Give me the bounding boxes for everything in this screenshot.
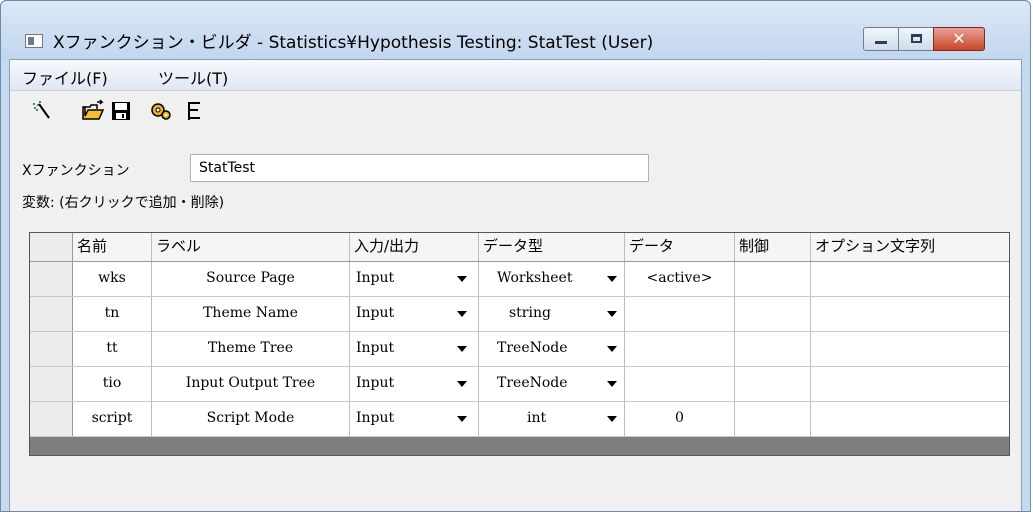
xfunction-label: Xファンクション	[22, 163, 130, 179]
xfunction-name-input[interactable]	[190, 154, 649, 182]
title-bar[interactable]: Xファンクション・ビルダ - Statistics¥Hypothesis Tes…	[1, 1, 1030, 59]
chevron-down-icon[interactable]	[457, 416, 467, 422]
cell-name[interactable]: wks	[73, 262, 152, 296]
menu-tools[interactable]: ツール(T)	[158, 65, 228, 89]
cell-data[interactable]: <active>	[625, 262, 735, 296]
cell-label[interactable]: Source Page	[152, 262, 350, 296]
cell-option-string[interactable]	[811, 367, 1009, 401]
save-icon[interactable]	[108, 98, 134, 124]
client-area: ファイル(F) ツール(T) Xファンクション StatTest 変数: (右ク…	[9, 59, 1022, 511]
chevron-down-icon[interactable]	[607, 311, 617, 317]
minimize-button[interactable]	[863, 27, 899, 51]
cell-label[interactable]: Theme Name	[152, 297, 350, 331]
wizard-icon[interactable]	[30, 98, 56, 124]
cell-data[interactable]	[625, 367, 735, 401]
header-datatype[interactable]: データ型	[479, 233, 625, 261]
cell-control[interactable]	[735, 332, 811, 366]
cell-io[interactable]: Input	[350, 332, 479, 366]
cell-name[interactable]: tt	[73, 332, 152, 366]
cell-io-value: Input	[356, 340, 395, 356]
close-icon: ✕	[952, 29, 966, 48]
corner-cell[interactable]	[30, 233, 73, 261]
cell-io-value: Input	[356, 375, 395, 391]
row-header[interactable]	[30, 367, 73, 401]
window-title: Xファンクション・ビルダ - Statistics¥Hypothesis Tes…	[53, 33, 654, 53]
cell-name[interactable]: script	[73, 402, 152, 436]
header-io[interactable]: 入力/出力	[350, 233, 479, 261]
cell-label[interactable]: Input Output Tree	[152, 367, 350, 401]
cell-datatype[interactable]: int	[479, 402, 625, 436]
menu-bar: ファイル(F) ツール(T)	[10, 60, 1021, 91]
cell-datatype-value: TreeNode	[497, 375, 568, 391]
cell-control[interactable]	[735, 297, 811, 331]
cell-option-string[interactable]	[811, 332, 1009, 366]
chevron-down-icon[interactable]	[607, 381, 617, 387]
variables-label: 変数: (右クリックで追加・削除)	[22, 195, 225, 211]
chevron-down-icon[interactable]	[607, 346, 617, 352]
chevron-down-icon[interactable]	[457, 276, 467, 282]
cell-data[interactable]	[625, 297, 735, 331]
cell-label[interactable]: Theme Tree	[152, 332, 350, 366]
cell-data[interactable]: 0	[625, 402, 735, 436]
cell-name[interactable]: tn	[73, 297, 152, 331]
maximize-icon	[911, 34, 922, 43]
chevron-down-icon[interactable]	[607, 276, 617, 282]
row-header[interactable]	[30, 332, 73, 366]
cell-option-string[interactable]	[811, 262, 1009, 296]
cell-datatype[interactable]: TreeNode	[479, 367, 625, 401]
tree-view-icon[interactable]	[182, 98, 208, 124]
cell-control[interactable]	[735, 367, 811, 401]
cell-io-value: Input	[356, 270, 395, 286]
cell-option-string[interactable]	[811, 297, 1009, 331]
xfunction-builder-window: Xファンクション・ビルダ - Statistics¥Hypothesis Tes…	[0, 0, 1031, 512]
cell-name[interactable]: tio	[73, 367, 152, 401]
close-button[interactable]: ✕	[933, 27, 985, 51]
table-header: 名前 ラベル 入力/出力 データ型 データ 制御 オプション文字列	[30, 233, 1009, 262]
cell-io[interactable]: Input	[350, 367, 479, 401]
cell-datatype[interactable]: string	[479, 297, 625, 331]
cell-data[interactable]	[625, 332, 735, 366]
app-icon	[25, 34, 43, 48]
open-folder-icon[interactable]	[80, 98, 106, 124]
chevron-down-icon[interactable]	[457, 381, 467, 387]
table-row[interactable]: wks Source Page Input Worksheet <active>	[30, 262, 1009, 297]
cell-datatype-value: int	[527, 410, 547, 426]
minimize-icon	[875, 41, 887, 44]
cell-datatype[interactable]: TreeNode	[479, 332, 625, 366]
table-row[interactable]: script Script Mode Input int 0	[30, 402, 1009, 437]
cell-datatype-value: Worksheet	[497, 270, 573, 286]
header-name[interactable]: 名前	[73, 233, 152, 261]
toolbar	[10, 92, 1021, 130]
cell-io[interactable]: Input	[350, 262, 479, 296]
maximize-button[interactable]	[898, 27, 934, 51]
cell-datatype[interactable]: Worksheet	[479, 262, 625, 296]
settings-gears-icon[interactable]	[148, 98, 174, 124]
variables-table[interactable]: 名前 ラベル 入力/出力 データ型 データ 制御 オプション文字列 wks So…	[29, 232, 1010, 456]
header-option-string[interactable]: オプション文字列	[811, 233, 1009, 261]
cell-io[interactable]: Input	[350, 297, 479, 331]
header-control[interactable]: 制御	[735, 233, 811, 261]
cell-option-string[interactable]	[811, 402, 1009, 436]
chevron-down-icon[interactable]	[457, 311, 467, 317]
header-label[interactable]: ラベル	[152, 233, 350, 261]
cell-control[interactable]	[735, 262, 811, 296]
cell-io[interactable]: Input	[350, 402, 479, 436]
cell-io-value: Input	[356, 410, 395, 426]
menu-file[interactable]: ファイル(F)	[22, 65, 108, 89]
row-header[interactable]	[30, 262, 73, 296]
cell-label[interactable]: Script Mode	[152, 402, 350, 436]
chevron-down-icon[interactable]	[457, 346, 467, 352]
row-header[interactable]	[30, 402, 73, 436]
table-row[interactable]: tt Theme Tree Input TreeNode	[30, 332, 1009, 367]
row-header[interactable]	[30, 297, 73, 331]
cell-io-value: Input	[356, 305, 395, 321]
table-row[interactable]: tio Input Output Tree Input TreeNode	[30, 367, 1009, 402]
cell-datatype-value: string	[509, 305, 551, 321]
chevron-down-icon[interactable]	[607, 416, 617, 422]
cell-control[interactable]	[735, 402, 811, 436]
cell-datatype-value: TreeNode	[497, 340, 568, 356]
table-row[interactable]: tn Theme Name Input string	[30, 297, 1009, 332]
header-data[interactable]: データ	[625, 233, 735, 261]
